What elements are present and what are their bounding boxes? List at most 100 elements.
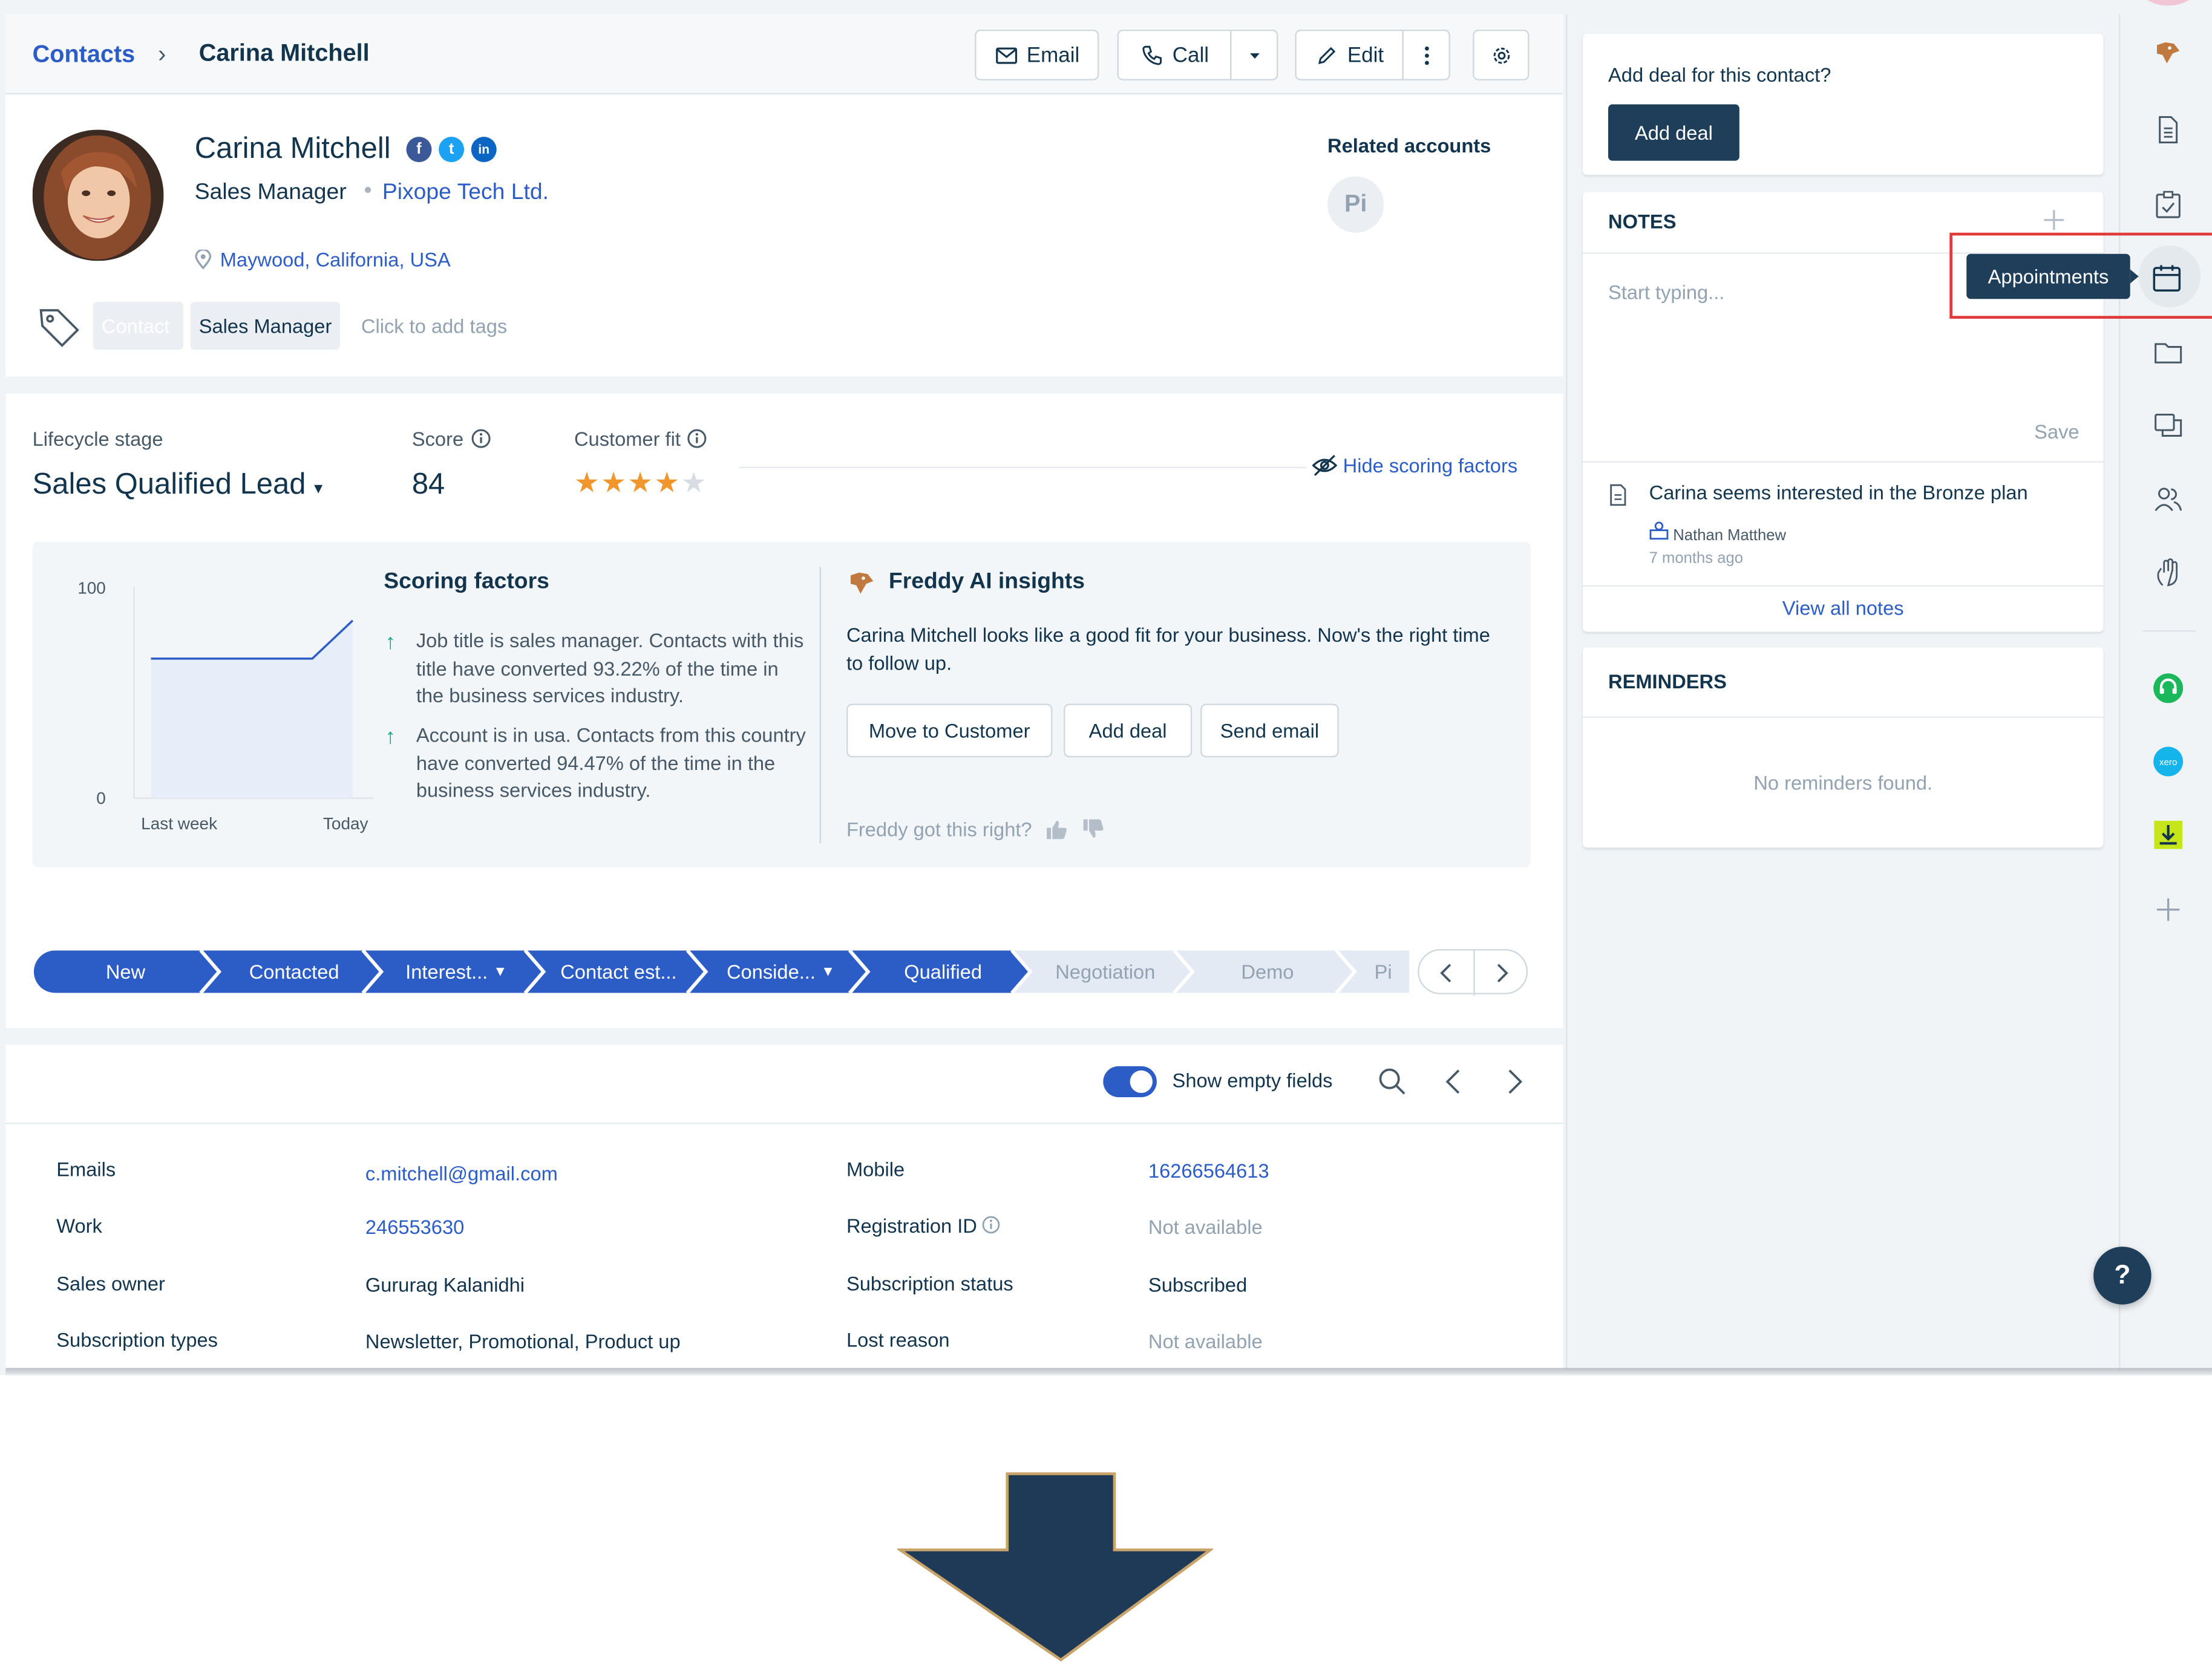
headset-app-icon[interactable] xyxy=(2150,670,2187,707)
send-email-button[interactable]: Send email xyxy=(1200,703,1339,758)
field-value-work[interactable]: 246553630 xyxy=(365,1216,464,1238)
call-button[interactable]: Call xyxy=(1117,29,1232,80)
pipeline-stage-label: Interest... xyxy=(405,960,488,983)
field-value-subscription-types: Newsletter, Promotional, Product up xyxy=(365,1329,681,1353)
search-icon[interactable] xyxy=(1377,1066,1408,1097)
caret-down-icon: ▼ xyxy=(493,964,508,980)
contact-company-link[interactable]: Pixope Tech Ltd. xyxy=(382,180,549,206)
tag-chip-sales-manager[interactable]: Sales Manager xyxy=(190,301,341,350)
x-axis-end-label: Today xyxy=(323,814,368,833)
info-icon[interactable] xyxy=(688,429,708,449)
star-filled-icon: ★ xyxy=(654,468,681,500)
contact-profile: Carina Mitchell f t in Sales Manager • P… xyxy=(5,94,1563,377)
download-app-icon[interactable] xyxy=(2150,817,2187,853)
notes-input[interactable]: Start typing... xyxy=(1608,281,1724,303)
arrow-up-icon: ↑ xyxy=(385,725,396,749)
folder-icon[interactable] xyxy=(2150,334,2187,371)
view-all-notes-link[interactable]: View all notes xyxy=(1583,596,2103,619)
related-accounts-label: Related accounts xyxy=(1327,134,1491,157)
linkedin-icon[interactable]: in xyxy=(471,137,497,163)
x-axis-start-label: Last week xyxy=(141,814,218,833)
scoring-factor-item: ↑ Job title is sales manager. Contacts w… xyxy=(385,628,808,710)
task-checklist-icon[interactable] xyxy=(2150,186,2187,223)
more-actions-button[interactable] xyxy=(1402,29,1450,80)
tag-chip-contact[interactable]: Contact xyxy=(93,301,184,350)
breadcrumb-contacts-link[interactable]: Contacts xyxy=(33,41,136,70)
chevron-left-icon[interactable] xyxy=(1439,1066,1470,1097)
contact-location[interactable]: Maywood, California, USA xyxy=(195,248,451,271)
xero-app-icon[interactable]: xero xyxy=(2150,743,2187,780)
score-value: 84 xyxy=(411,468,445,501)
add-deal-button[interactable]: Add deal xyxy=(1608,104,1739,161)
window-top-strip xyxy=(0,0,2212,15)
call-dropdown-button[interactable] xyxy=(1230,29,1278,80)
call-button-label: Call xyxy=(1172,43,1209,67)
lifecycle-stage-dropdown[interactable]: Sales Qualified Lead ▾ xyxy=(33,468,323,502)
freddy-rail-icon[interactable] xyxy=(2150,35,2187,72)
y-axis-min-label: 0 xyxy=(96,789,106,807)
pipeline-stage-demo[interactable]: Demo xyxy=(1195,950,1340,993)
field-value-mobile[interactable]: 16266564613 xyxy=(1148,1160,1269,1182)
field-value-registration-id: Not available xyxy=(1148,1215,1263,1239)
pipeline-stage-truncated[interactable]: Pi xyxy=(1357,950,1409,993)
thumbs-up-icon[interactable] xyxy=(1043,818,1068,840)
document-icon[interactable] xyxy=(2150,111,2187,148)
y-axis-max-label: 100 xyxy=(77,579,106,598)
notes-save-button[interactable]: Save xyxy=(2034,420,2079,443)
pipeline-stage-contacted[interactable]: Contacted xyxy=(221,950,367,993)
pipeline-stage-contact-established[interactable]: Contact est... xyxy=(546,950,691,993)
scoring-divider-line xyxy=(739,466,1307,469)
pipeline-nav xyxy=(1418,949,1528,996)
section-divider xyxy=(5,1028,1563,1045)
caret-down-icon: ▼ xyxy=(821,964,836,980)
reminders-empty-state: No reminders found. xyxy=(1753,771,1933,794)
thumbs-down-icon[interactable] xyxy=(1080,818,1105,840)
info-icon[interactable] xyxy=(471,429,491,449)
pipeline-nav-arrows xyxy=(1440,950,1508,996)
twitter-icon[interactable]: t xyxy=(439,137,465,163)
hide-scoring-factors-link[interactable]: Hide scoring factors xyxy=(1312,454,1517,477)
hand-wave-icon[interactable] xyxy=(2150,554,2187,591)
gear-icon xyxy=(1493,47,1510,64)
star-empty-icon: ★ xyxy=(681,468,708,500)
settings-button[interactable] xyxy=(1473,29,1530,80)
hide-scoring-factors-text: Hide scoring factors xyxy=(1343,454,1518,477)
notes-footer-divider xyxy=(1583,585,2104,587)
lifecycle-stage-label-text: Lifecycle stage xyxy=(32,427,163,450)
pipeline-stage-new[interactable]: New xyxy=(62,950,189,993)
info-icon[interactable] xyxy=(983,1216,1001,1234)
field-value-emails[interactable]: c.mitchell@gmail.com xyxy=(365,1162,558,1184)
facebook-icon[interactable]: f xyxy=(406,137,432,163)
edit-button-label: Edit xyxy=(1347,43,1384,67)
score-trend-svg: 100 0 Last week Today xyxy=(77,579,374,833)
field-label-registration-id-text: Registration ID xyxy=(846,1214,977,1237)
move-to-customer-button[interactable]: Move to Customer xyxy=(846,703,1053,758)
edit-button[interactable]: Edit xyxy=(1295,29,1404,80)
user-badge-icon xyxy=(1649,521,1669,540)
chevron-left-icon[interactable] xyxy=(1440,964,1451,983)
chat-icon[interactable] xyxy=(2150,408,2187,445)
chevron-right-icon[interactable] xyxy=(1498,1066,1529,1097)
chevron-right-icon[interactable] xyxy=(1497,964,1508,983)
freddy-ai-icon xyxy=(846,570,877,605)
add-tags-placeholder[interactable]: Click to add tags xyxy=(361,315,507,337)
field-label-subscription-types: Subscription types xyxy=(56,1328,218,1351)
pipeline-stage-interested[interactable]: Interest... ▼ xyxy=(384,950,529,993)
pipeline-stage-qualified[interactable]: Qualified xyxy=(871,950,1016,993)
plus-icon[interactable] xyxy=(2043,209,2065,231)
pipeline-stage-negotiation[interactable]: Negotiation xyxy=(1033,950,1178,993)
field-value-subscription-status: Subscribed xyxy=(1148,1273,1248,1296)
freddy-ai-insight-text: Carina Mitchell looks like a good fit fo… xyxy=(846,623,1490,674)
help-button[interactable]: ? xyxy=(2093,1247,2151,1305)
contact-avatar xyxy=(32,129,164,261)
add-app-plus-icon[interactable] xyxy=(2150,892,2187,928)
pipeline-stage-considering[interactable]: Conside... ▼ xyxy=(708,950,853,993)
show-empty-fields-toggle[interactable] xyxy=(1103,1066,1157,1097)
email-button[interactable]: Email xyxy=(975,29,1099,80)
scoring-factor-item: ↑ Account is in usa. Contacts from this … xyxy=(385,722,808,804)
ai-add-deal-button[interactable]: Add deal xyxy=(1064,703,1193,758)
note-text[interactable]: Carina seems interested in the Bronze pl… xyxy=(1649,481,2028,503)
contacts-users-icon[interactable] xyxy=(2150,481,2187,518)
field-value-sales-owner: Gururag Kalanidhi xyxy=(365,1273,525,1296)
related-account-avatar[interactable]: Pi xyxy=(1327,176,1384,233)
